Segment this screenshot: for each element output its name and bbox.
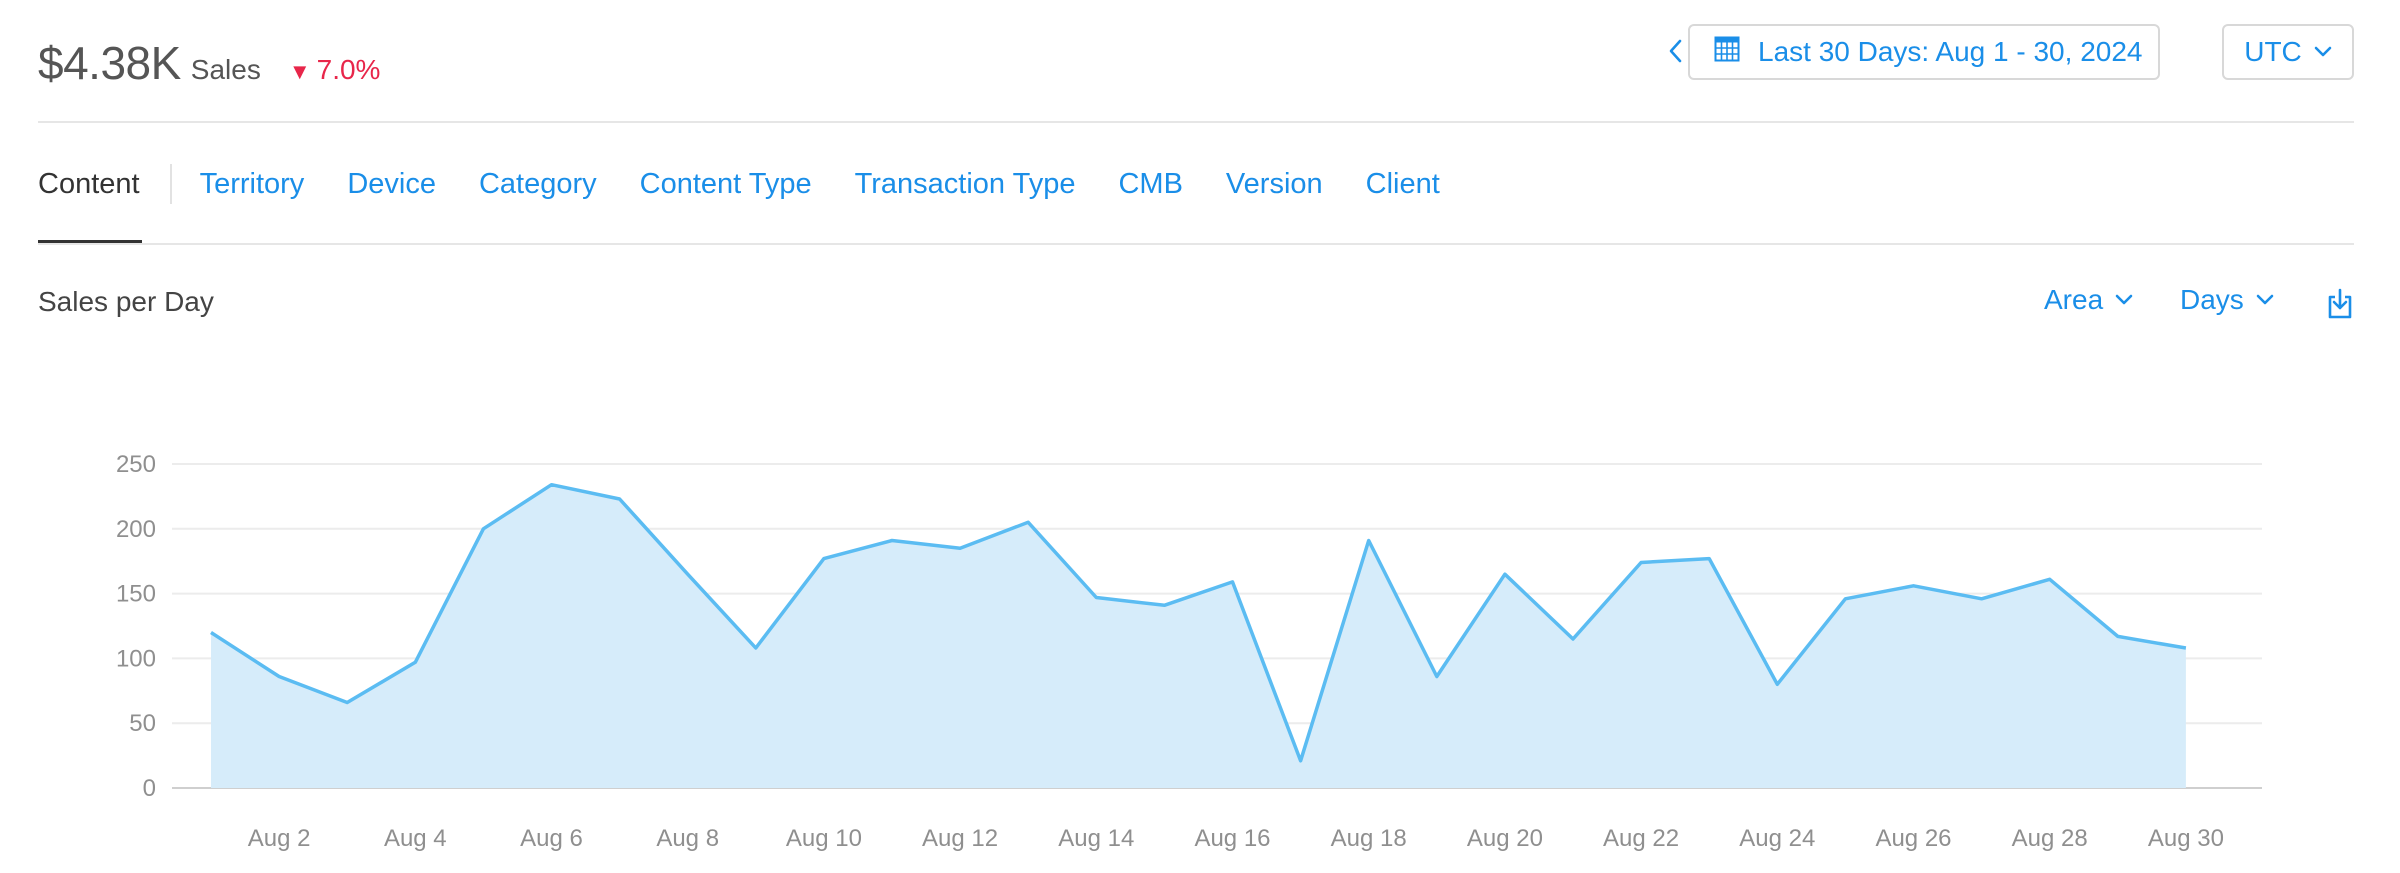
dimension-tabs: Content Territory Device Category Conten… xyxy=(38,162,1483,206)
download-icon xyxy=(2328,288,2352,319)
y-tick-label: 0 xyxy=(143,775,156,802)
total-sales-value: $4.38K xyxy=(38,37,181,89)
data-point xyxy=(617,496,623,502)
data-point xyxy=(1161,602,1167,608)
y-tick-label: 200 xyxy=(116,516,156,543)
tab-cmb[interactable]: CMB xyxy=(1118,168,1182,201)
download-button[interactable] xyxy=(2326,288,2354,325)
data-point xyxy=(344,699,350,705)
data-point xyxy=(1911,583,1917,589)
tab-separator xyxy=(169,164,172,204)
data-point xyxy=(1298,758,1304,764)
x-tick-label: Aug 8 xyxy=(656,825,719,852)
chart-type-dropdown[interactable]: Area xyxy=(2044,284,2133,316)
x-tick-label: Aug 30 xyxy=(2148,825,2224,852)
y-tick-label: 250 xyxy=(116,451,156,478)
header-divider xyxy=(38,121,2354,123)
data-point xyxy=(208,629,214,635)
x-tick-label: Aug 2 xyxy=(248,825,311,852)
data-point xyxy=(1979,596,1985,602)
timezone-label: UTC xyxy=(2244,36,2302,67)
tab-content[interactable]: Content xyxy=(38,168,140,201)
chevron-down-icon xyxy=(2256,294,2274,305)
calendar-icon xyxy=(1714,36,1740,69)
x-tick-label: Aug 24 xyxy=(1739,825,1815,852)
sales-change-value: 7.0% xyxy=(316,54,381,85)
granularity-dropdown[interactable]: Days xyxy=(2180,284,2274,316)
timezone-dropdown[interactable]: UTC xyxy=(2222,24,2354,80)
tab-territory[interactable]: Territory xyxy=(200,168,305,201)
data-point xyxy=(1434,674,1440,680)
y-tick-label: 50 xyxy=(129,710,156,737)
data-point xyxy=(276,674,282,680)
x-tick-label: Aug 14 xyxy=(1058,825,1134,852)
data-point xyxy=(549,482,555,488)
chevron-down-icon xyxy=(2115,294,2133,305)
date-range-button[interactable]: Last 30 Days: Aug 1 - 30, 2024 xyxy=(1688,24,2160,80)
chart-type-label: Area xyxy=(2044,284,2104,315)
chart-title: Sales per Day xyxy=(38,286,214,317)
data-point xyxy=(1502,571,1508,577)
chevron-left-icon xyxy=(1669,39,1682,63)
tab-version[interactable]: Version xyxy=(1226,168,1323,201)
tab-content-type[interactable]: Content Type xyxy=(640,168,812,201)
data-point xyxy=(1842,596,1848,602)
total-sales-label: Sales xyxy=(190,54,261,85)
x-tick-label: Aug 28 xyxy=(2012,825,2088,852)
data-point xyxy=(2183,645,2189,651)
y-tick-label: 100 xyxy=(116,645,156,672)
series-area xyxy=(211,484,2186,788)
x-tick-label: Aug 20 xyxy=(1467,825,1543,852)
x-tick-label: Aug 12 xyxy=(922,825,998,852)
sales-change-badge: ▼ 7.0% xyxy=(289,54,381,86)
data-point xyxy=(412,659,418,665)
data-point xyxy=(1366,537,1372,543)
sales-summary: $4.38K Sales ▼ 7.0% xyxy=(38,36,380,96)
x-tick-label: Aug 26 xyxy=(1875,825,1951,852)
data-point xyxy=(2047,576,2053,582)
data-point xyxy=(685,571,691,577)
data-point xyxy=(753,645,759,651)
previous-period-button[interactable] xyxy=(1662,36,1688,72)
data-point xyxy=(1230,579,1236,585)
data-point xyxy=(1093,594,1099,600)
data-point xyxy=(1706,556,1712,562)
x-tick-label: Aug 4 xyxy=(384,825,447,852)
tabs-divider xyxy=(38,243,2354,245)
sales-area-chart: 0 50 100 150 200 250 Aug 2 Aug 4 Aug 6 Aug 8 Aug 1… xyxy=(116,451,2262,852)
data-point xyxy=(821,556,827,562)
down-triangle-icon: ▼ xyxy=(288,59,311,84)
data-point xyxy=(957,545,963,551)
y-tick-label: 150 xyxy=(116,581,156,608)
x-tick-label: Aug 16 xyxy=(1194,825,1270,852)
x-tick-label: Aug 18 xyxy=(1331,825,1407,852)
tab-client[interactable]: Client xyxy=(1366,168,1440,201)
data-point xyxy=(1025,519,1031,525)
chevron-down-icon xyxy=(2314,46,2332,57)
data-point xyxy=(1570,636,1576,642)
x-tick-label: Aug 10 xyxy=(786,825,862,852)
data-point xyxy=(480,526,486,532)
tab-transaction-type[interactable]: Transaction Type xyxy=(855,168,1076,201)
data-point xyxy=(889,537,895,543)
granularity-label: Days xyxy=(2180,284,2244,315)
tab-category[interactable]: Category xyxy=(479,168,597,201)
data-point xyxy=(1638,559,1644,565)
data-point xyxy=(1774,681,1780,687)
data-point xyxy=(2115,633,2121,639)
x-tick-label: Aug 6 xyxy=(520,825,583,852)
date-range-label: Last 30 Days: Aug 1 - 30, 2024 xyxy=(1758,36,2143,67)
tab-device[interactable]: Device xyxy=(347,168,436,201)
x-tick-label: Aug 22 xyxy=(1603,825,1679,852)
